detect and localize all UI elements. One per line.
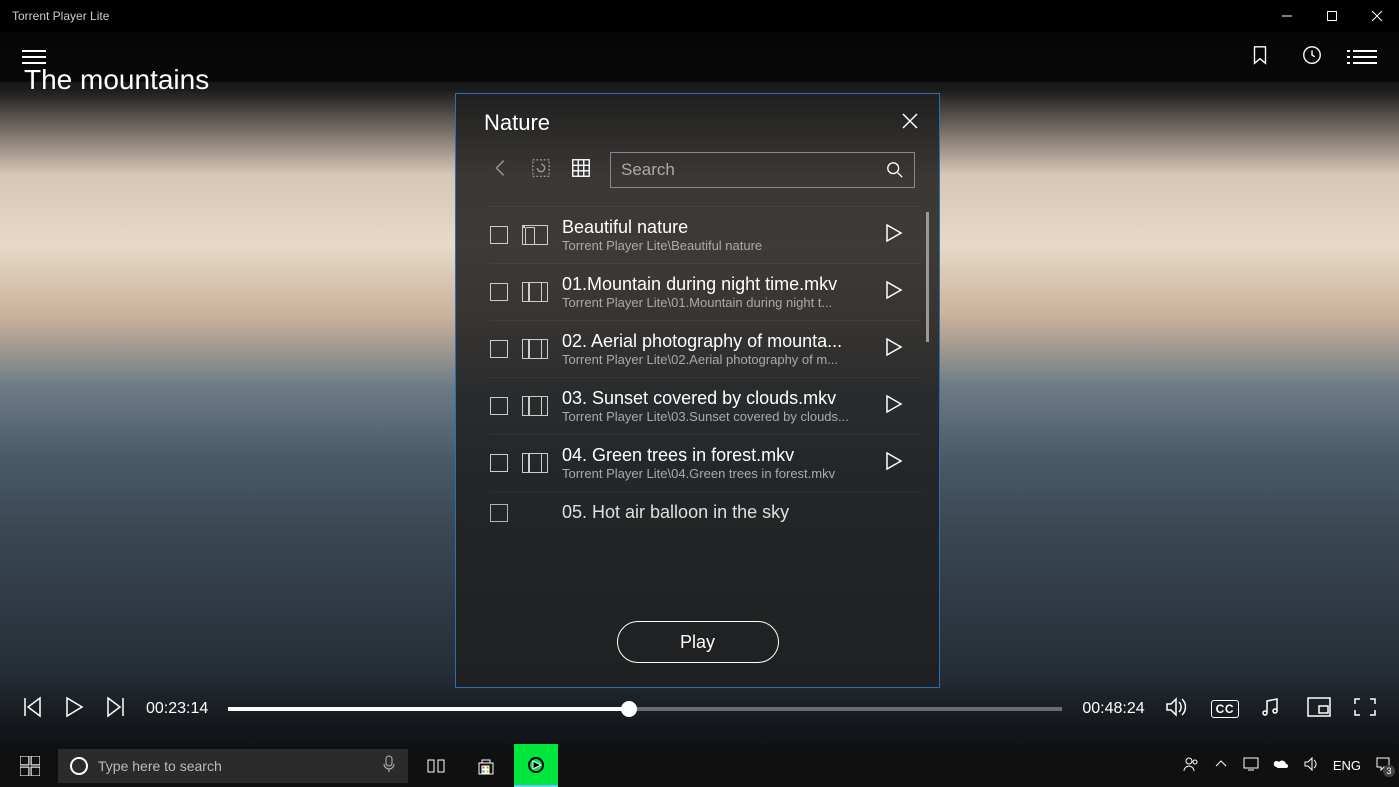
playlist-toggle-button[interactable] — [1353, 50, 1377, 64]
grid-view-button[interactable] — [570, 157, 592, 184]
search-input[interactable] — [621, 160, 886, 180]
tray-chevron-icon[interactable] — [1213, 756, 1229, 775]
item-title: 01.Mountain during night time.mkv — [562, 274, 871, 295]
item-play-button[interactable] — [885, 337, 921, 362]
next-track-button[interactable] — [106, 696, 126, 723]
item-title: Beautiful nature — [562, 217, 871, 238]
item-path: Torrent Player Lite\04.Green trees in fo… — [562, 466, 871, 481]
window-title: Torrent Player Lite — [12, 9, 1264, 23]
search-icon — [886, 161, 904, 179]
playlist-panel: Nature Beautiful nature Torrent Player L… — [455, 93, 940, 688]
playlist-title: Nature — [484, 110, 550, 136]
pip-button[interactable] — [1307, 697, 1331, 722]
playlist-scrollbar[interactable] — [926, 212, 929, 342]
seek-thumb[interactable] — [621, 701, 637, 717]
playlist-items: Beautiful nature Torrent Player Lite\Bea… — [456, 202, 939, 601]
play-all-button[interactable]: Play — [617, 621, 779, 663]
action-center-icon[interactable] — [1375, 756, 1391, 775]
item-checkbox[interactable] — [490, 454, 508, 472]
item-checkbox[interactable] — [490, 397, 508, 415]
refresh-selection-button[interactable] — [530, 157, 552, 184]
media-icon — [522, 453, 548, 473]
item-path: Torrent Player Lite\02.Aerial photograph… — [562, 352, 871, 367]
playlist-item[interactable]: 03. Sunset covered by clouds.mkv Torrent… — [490, 377, 921, 434]
item-path: Torrent Player Lite\Beautiful nature — [562, 238, 871, 253]
minimize-button[interactable] — [1264, 0, 1309, 32]
seek-bar[interactable] — [228, 707, 1062, 711]
item-play-button[interactable] — [885, 451, 921, 476]
taskbar-search[interactable]: Type here to search — [58, 749, 408, 783]
item-title: 02. Aerial photography of mounta... — [562, 331, 871, 352]
window-titlebar: Torrent Player Lite — [0, 0, 1399, 32]
item-title: 03. Sunset covered by clouds.mkv — [562, 388, 871, 409]
menu-button[interactable] — [22, 50, 46, 64]
prev-track-button[interactable] — [22, 696, 42, 723]
current-time: 00:23:14 — [146, 700, 208, 718]
store-icon[interactable] — [464, 744, 508, 787]
taskbar-search-placeholder: Type here to search — [98, 758, 222, 774]
mic-icon[interactable] — [382, 755, 396, 776]
item-path: Torrent Player Lite\03.Sunset covered by… — [562, 409, 871, 424]
tray-volume-icon[interactable] — [1303, 756, 1319, 775]
captions-button[interactable]: CC — [1211, 700, 1239, 718]
playlist-close-button[interactable] — [901, 112, 919, 135]
audio-track-button[interactable] — [1261, 697, 1285, 722]
playlist-search[interactable] — [610, 152, 915, 188]
cortana-icon — [70, 757, 88, 775]
item-checkbox[interactable] — [490, 226, 508, 244]
media-icon — [522, 282, 548, 302]
back-button[interactable] — [490, 157, 512, 184]
folder-icon — [522, 225, 548, 245]
close-button[interactable] — [1354, 0, 1399, 32]
start-button[interactable] — [8, 744, 52, 787]
people-icon[interactable] — [1183, 756, 1199, 775]
item-title: 05. Hot air balloon in the sky — [562, 502, 921, 523]
item-title: 04. Green trees in forest.mkv — [562, 445, 871, 466]
app-header — [0, 32, 1399, 82]
playlist-item[interactable]: 04. Green trees in forest.mkv Torrent Pl… — [490, 434, 921, 491]
app-taskbar-icon[interactable] — [514, 744, 558, 787]
task-view-button[interactable] — [414, 744, 458, 787]
duration: 00:48:24 — [1082, 700, 1144, 718]
volume-button[interactable] — [1165, 697, 1189, 722]
playlist-item[interactable]: 02. Aerial photography of mounta... Torr… — [490, 320, 921, 377]
item-play-button[interactable] — [885, 223, 921, 248]
windows-taskbar: Type here to search ENG — [0, 744, 1399, 787]
playlist-item[interactable]: Beautiful nature Torrent Player Lite\Bea… — [490, 206, 921, 263]
item-checkbox[interactable] — [490, 283, 508, 301]
playlist-item[interactable]: 05. Hot air balloon in the sky — [490, 491, 921, 533]
item-checkbox[interactable] — [490, 340, 508, 358]
media-icon — [522, 339, 548, 359]
language-indicator[interactable]: ENG — [1333, 758, 1361, 773]
video-title: The mountains — [24, 64, 209, 96]
maximize-button[interactable] — [1309, 0, 1354, 32]
cast-icon[interactable] — [1243, 756, 1259, 775]
item-checkbox[interactable] — [490, 504, 508, 522]
history-icon[interactable] — [1301, 44, 1323, 71]
media-icon — [522, 396, 548, 416]
onedrive-icon[interactable] — [1273, 756, 1289, 775]
item-play-button[interactable] — [885, 280, 921, 305]
item-path: Torrent Player Lite\01.Mountain during n… — [562, 295, 871, 310]
play-pause-button[interactable] — [64, 696, 84, 723]
playlist-item[interactable]: 01.Mountain during night time.mkv Torren… — [490, 263, 921, 320]
bookmark-icon[interactable] — [1249, 44, 1271, 71]
item-play-button[interactable] — [885, 394, 921, 419]
fullscreen-button[interactable] — [1353, 697, 1377, 722]
